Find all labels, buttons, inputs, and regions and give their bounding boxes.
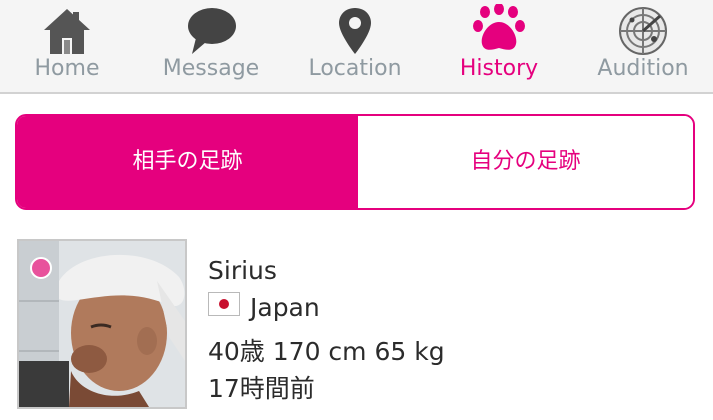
online-status-dot	[30, 257, 52, 279]
nav-label-home: Home	[34, 56, 100, 81]
nav-label-audition: Audition	[597, 56, 689, 81]
footprint-segmented-control: 相手の足跡 自分の足跡	[15, 114, 695, 210]
radar-icon	[616, 4, 670, 58]
nav-label-message: Message	[162, 56, 260, 81]
speech-bubble-icon	[184, 4, 238, 58]
paw-icon	[472, 4, 526, 58]
profile-last-visit: 17時間前	[208, 374, 315, 403]
nav-label-history: History	[459, 56, 539, 81]
nav-item-location[interactable]: Location	[284, 0, 426, 92]
tab-others-footprints[interactable]: 相手の足跡	[17, 116, 358, 208]
nav-item-history[interactable]: History	[428, 0, 570, 92]
tab-my-footprints[interactable]: 自分の足跡	[358, 116, 693, 208]
nav-item-audition[interactable]: Audition	[572, 0, 713, 92]
nav-item-home[interactable]: Home	[0, 0, 138, 92]
profile-country: Japan	[250, 293, 320, 322]
map-pin-icon	[328, 4, 382, 58]
profile-name: Sirius	[208, 256, 277, 285]
nav-item-message[interactable]: Message	[140, 0, 282, 92]
list-item[interactable]: Sirius Japan 40歳 170 cm 65 kg 17時間前	[0, 236, 713, 420]
japan-flag-icon	[208, 292, 240, 316]
nav-label-location: Location	[308, 56, 402, 81]
profile-stats: 40歳 170 cm 65 kg	[208, 337, 445, 366]
home-icon	[40, 4, 94, 58]
top-nav-bar: Home Message Location History Audition	[0, 0, 713, 94]
